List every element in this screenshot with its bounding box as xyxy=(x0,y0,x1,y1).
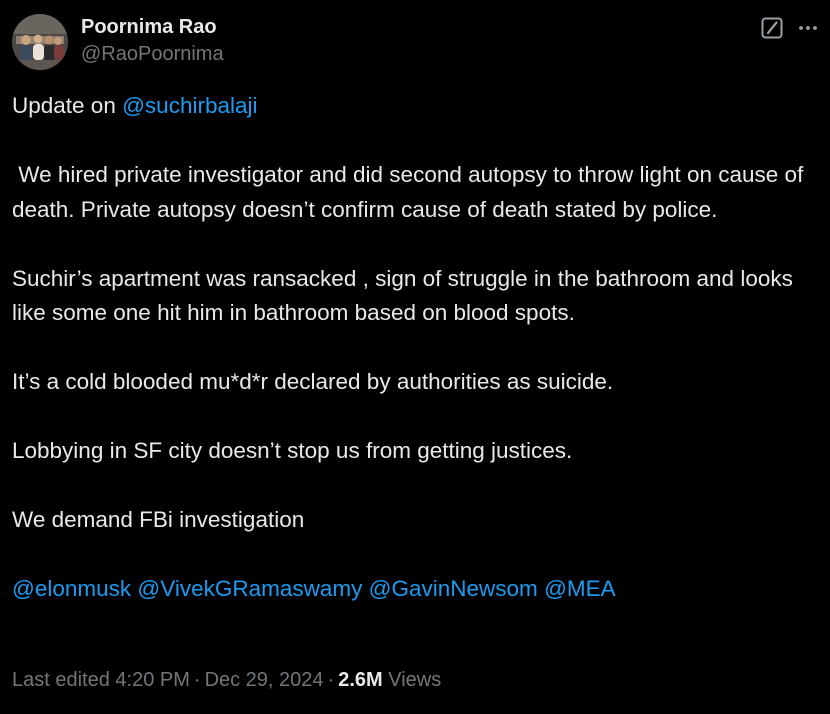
tweet-text-span: Update on xyxy=(12,93,123,118)
tweet-date[interactable]: Dec 29, 2024 xyxy=(205,669,324,691)
mention-link[interactable]: @suchirbalaji xyxy=(122,93,257,118)
mention-link[interactable]: @GavinNewsom xyxy=(369,576,538,601)
author-block: Poornima Rao @RaoPoornima xyxy=(81,14,224,68)
author-display-name[interactable]: Poornima Rao xyxy=(81,14,224,40)
views-count: 2.6M xyxy=(338,669,383,691)
edited-timestamp[interactable]: Last edited 4:20 PM xyxy=(12,669,190,691)
mention-link[interactable]: @elonmusk xyxy=(12,576,131,601)
tweet-paragraph: It’s a cold blooded mu*d*r declared by a… xyxy=(12,369,614,394)
grok-icon[interactable] xyxy=(761,17,783,39)
tweet-paragraph: We demand FBi investigation xyxy=(12,507,305,532)
mentions-line: @elonmusk @VivekGRamaswamy @GavinNewsom … xyxy=(12,572,824,607)
tweet-paragraph: We hired private investigator and did se… xyxy=(12,162,810,222)
tweet-paragraph: Lobbying in SF city doesn’t stop us from… xyxy=(12,438,573,463)
author-handle[interactable]: @RaoPoornima xyxy=(81,40,224,68)
separator-dot: · xyxy=(327,669,335,691)
tweet-meta: Last edited 4:20 PM · Dec 29, 2024 · 2.6M Vi… xyxy=(12,665,441,695)
views-label: Views xyxy=(388,669,442,691)
mention-link[interactable]: @VivekGRamaswamy xyxy=(137,576,362,601)
tweet-paragraph: Suchir’s apartment was ransacked , sign … xyxy=(12,265,800,326)
tweet: Poornima Rao @RaoPoornima Update on @suc… xyxy=(0,0,830,714)
tweet-text: Update on @suchirbalaji We hired private… xyxy=(12,89,824,607)
avatar[interactable] xyxy=(12,14,68,70)
separator-dot: · xyxy=(193,669,201,691)
more-icon[interactable] xyxy=(796,16,820,40)
mention-link[interactable]: @MEA xyxy=(544,576,616,601)
tweet-paragraph: Update on @suchirbalaji xyxy=(12,89,824,124)
